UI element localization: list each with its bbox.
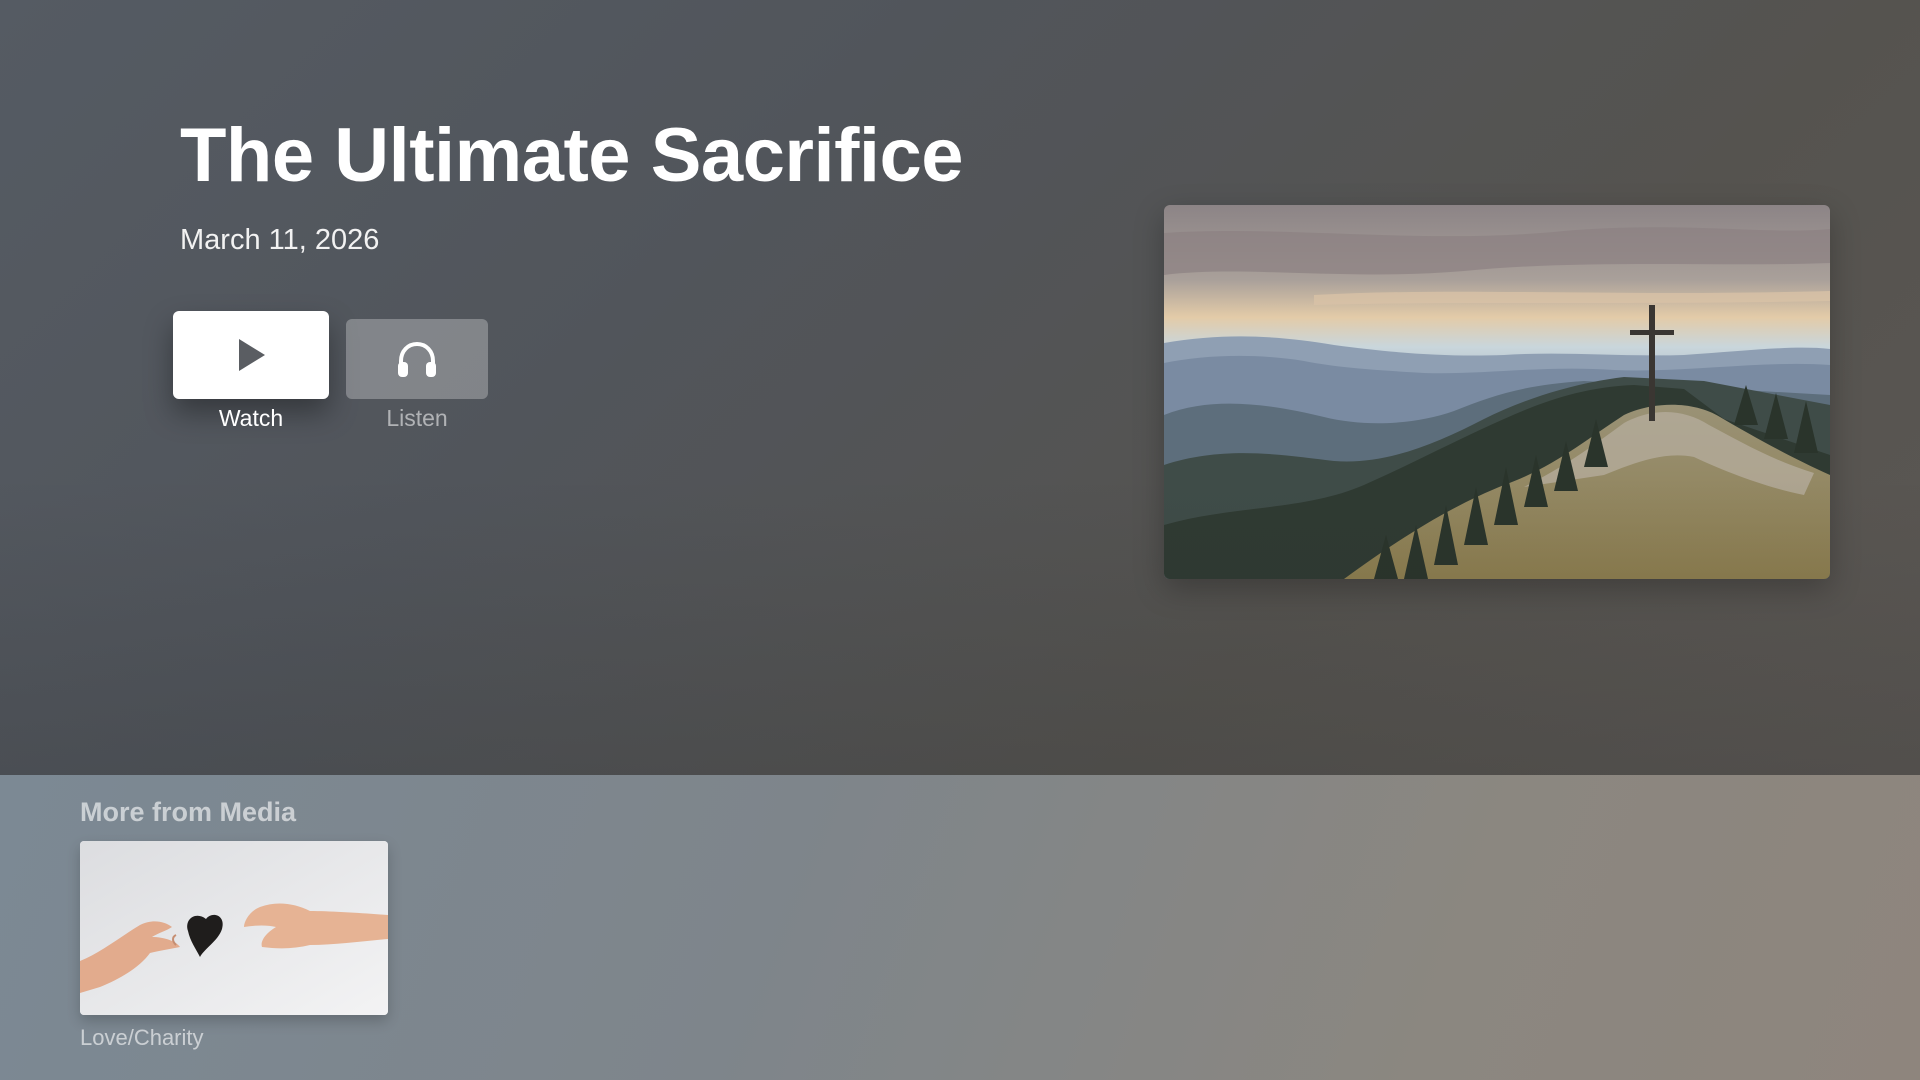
media-card-love-charity[interactable]: [80, 841, 388, 1015]
more-media-shelf: More from Media Love/Charity: [0, 775, 1920, 1080]
hands-heart-image: [80, 841, 388, 1015]
watch-button[interactable]: [173, 311, 329, 399]
watch-label: Watch: [218, 405, 284, 431]
hero-section: The Ultimate Sacrifice March 11, 2026 Wa…: [0, 0, 1920, 775]
listen-label: Listen: [386, 405, 448, 431]
listen-button-group[interactable]: Listen: [346, 319, 488, 432]
shelf-title: More from Media: [80, 797, 297, 827]
listen-button[interactable]: [346, 319, 488, 399]
play-icon: [239, 339, 265, 371]
watch-button-group[interactable]: Watch: [173, 311, 329, 432]
mountain-cross-image: [1164, 205, 1830, 579]
release-date: March 11, 2026: [180, 224, 380, 256]
page-title: The Ultimate Sacrifice: [180, 113, 964, 198]
media-card-label: Love/Charity: [80, 1025, 204, 1050]
headphones-icon: [398, 341, 436, 377]
